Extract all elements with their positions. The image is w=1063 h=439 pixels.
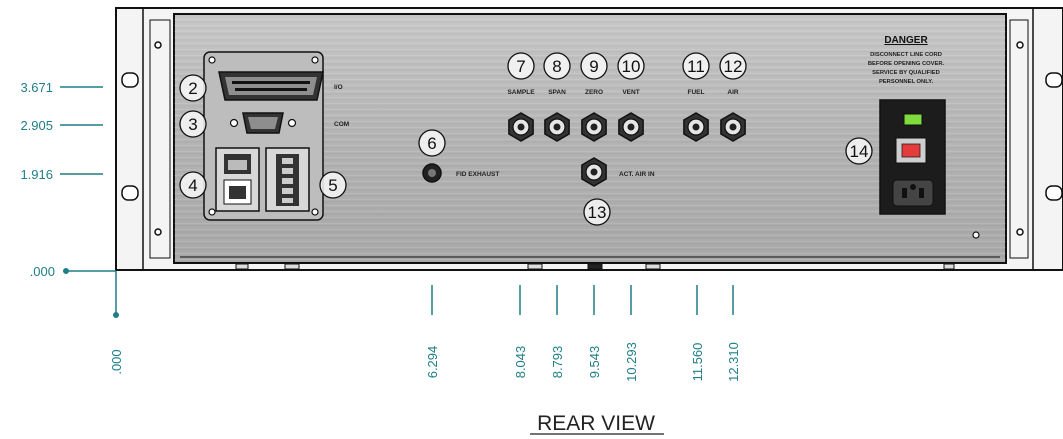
rack-slot xyxy=(1045,72,1063,88)
dimension-1916: 1.916 xyxy=(20,167,53,182)
callout-number: 2 xyxy=(188,79,197,98)
span-label: SPAN xyxy=(548,89,566,96)
callout-7: 7 xyxy=(507,52,535,80)
zero-label: ZERO xyxy=(585,89,603,96)
act-air-in-label: ACT. AIR IN xyxy=(619,171,655,178)
dimension-9-543: 9.543 xyxy=(587,285,602,378)
dimension-3671: 3.671 xyxy=(20,80,53,95)
ground-screw xyxy=(972,231,980,239)
fuel-label: FUEL xyxy=(688,89,705,96)
dimension-2905: 2.905 xyxy=(20,118,53,133)
rear-view-caption: REAR VIEW xyxy=(537,412,655,435)
fid-exhaust-label: FID EXHAUST xyxy=(456,171,499,178)
span-fitting[interactable] xyxy=(544,112,570,142)
callout-9: 9 xyxy=(580,52,608,80)
dimension-12-310: 12.310 xyxy=(726,285,741,382)
air-label: AIR xyxy=(727,89,739,96)
dimension-value: .000 xyxy=(109,349,124,374)
callout-2: 2 xyxy=(179,74,207,102)
io-label: I/O xyxy=(334,84,343,91)
com-label: COM xyxy=(334,121,349,128)
rack-slot xyxy=(121,185,139,201)
callout-number: 9 xyxy=(589,57,598,76)
callout-number: 6 xyxy=(427,134,436,153)
vent-label: VENT xyxy=(622,89,639,96)
dimension-value: 8.043 xyxy=(513,346,528,379)
fid-exhaust-port[interactable] xyxy=(422,163,442,183)
rack-slot xyxy=(1045,185,1063,201)
dimension-000-vertical: .000 xyxy=(30,264,55,279)
dimension-6-294: 6.294 xyxy=(425,285,440,378)
danger-line: SERVICE BY QUALIFIED xyxy=(872,70,940,76)
callout-number: 10 xyxy=(622,57,641,76)
ethernet-jack-icon[interactable] xyxy=(215,147,260,212)
sample-label: SAMPLE xyxy=(507,89,535,96)
terminal-block-icon[interactable] xyxy=(265,147,310,212)
sample-fitting[interactable] xyxy=(508,112,534,142)
rack-slot xyxy=(121,72,139,88)
dimension-8-793: 8.793 xyxy=(550,285,565,378)
dimension-value: 12.310 xyxy=(726,342,741,382)
connector-plate xyxy=(203,51,324,221)
callout-3: 3 xyxy=(179,110,207,138)
callout-4: 4 xyxy=(179,171,207,199)
callout-13: 13 xyxy=(583,198,611,226)
dimension-8-043: 8.043 xyxy=(513,285,528,378)
danger-line: DISCONNECT LINE CORD xyxy=(870,52,942,58)
callout-8: 8 xyxy=(543,52,571,80)
callout-number: 3 xyxy=(188,115,197,134)
callout-number: 5 xyxy=(328,176,337,195)
danger-line: BEFORE OPENING COVER. xyxy=(868,61,945,67)
callout-11: 11 xyxy=(682,52,710,80)
power-switch-icon[interactable] xyxy=(895,137,927,164)
dimension-value: 10.293 xyxy=(624,342,639,382)
callout-number: 11 xyxy=(687,57,705,76)
rear-view-drawing: DANGER DISCONNECT LINE CORD BEFORE OPENI… xyxy=(20,7,1063,435)
callout-6: 6 xyxy=(418,129,446,157)
callout-number: 8 xyxy=(552,57,561,76)
zero-fitting[interactable] xyxy=(581,112,607,142)
danger-line: PERSONNEL ONLY. xyxy=(879,79,934,85)
dimension-10-293: 10.293 xyxy=(624,285,639,382)
callout-10: 10 xyxy=(617,52,645,80)
vertical-dimensions xyxy=(60,86,119,318)
dimension-value: 6.294 xyxy=(425,346,440,379)
callout-number: 13 xyxy=(588,203,607,222)
callout-number: 14 xyxy=(850,142,869,161)
act-air-in-fitting[interactable] xyxy=(581,157,607,187)
horizontal-dimensions: .000 6.294 8.043 8.793 9.543 10.293 11.560 12.3… xyxy=(109,285,741,382)
db25-connector-icon[interactable] xyxy=(218,71,324,101)
fuse-indicator xyxy=(903,113,923,126)
fuel-fitting[interactable] xyxy=(683,112,709,142)
callout-number: 12 xyxy=(724,57,743,76)
power-entry-module[interactable] xyxy=(879,99,946,215)
callout-12: 12 xyxy=(719,52,747,80)
dimension-value: 9.543 xyxy=(587,346,602,379)
dimension-value: 11.560 xyxy=(690,343,705,382)
danger-title: DANGER xyxy=(884,35,928,46)
callout-number: 4 xyxy=(188,176,197,195)
dimension--000: .000 xyxy=(109,349,124,374)
dimension-11-560: 11.560 xyxy=(690,285,705,381)
vent-fitting[interactable] xyxy=(618,112,644,142)
callout-14: 14 xyxy=(845,137,873,165)
callout-5: 5 xyxy=(319,171,347,199)
dimension-value: 8.793 xyxy=(550,346,565,379)
air-fitting[interactable] xyxy=(720,112,746,142)
callout-number: 7 xyxy=(516,57,525,76)
